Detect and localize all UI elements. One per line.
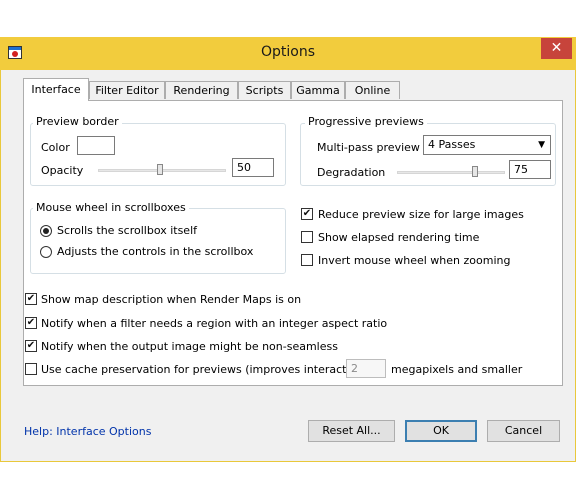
degradation-slider-thumb[interactable] [472,166,478,177]
tab-filter-editor[interactable]: Filter Editor [89,81,165,99]
color-swatch[interactable] [77,136,115,155]
invert-wheel-checkbox[interactable] [301,254,313,266]
scrollbox-radio-label[interactable]: Scrolls the scrollbox itself [57,224,197,237]
cache-checkbox[interactable] [25,363,37,375]
opacity-input[interactable]: 50 [232,158,274,177]
cache-suffix-label: megapixels and smaller [391,363,523,376]
invert-wheel-label[interactable]: Invert mouse wheel when zooming [318,254,510,267]
degradation-label: Degradation [317,166,386,179]
tab-scripts[interactable]: Scripts [238,81,291,99]
cancel-button[interactable]: Cancel [487,420,560,442]
opacity-label: Opacity [41,164,84,177]
tab-panel: Preview border Color Opacity 50 Progress… [23,100,563,386]
tab-online[interactable]: Online [345,81,400,99]
window-title: Options [260,44,316,60]
multipass-value: 4 Passes [428,138,476,151]
radio-dot-icon [43,228,49,234]
aspect-ratio-checkbox[interactable]: ✔ [25,317,37,329]
opacity-slider-thumb[interactable] [157,164,163,175]
tab-interface[interactable]: Interface [23,78,89,101]
checkmark-icon: ✔ [26,340,36,351]
elapsed-time-checkbox[interactable] [301,231,313,243]
elapsed-time-label[interactable]: Show elapsed rendering time [318,231,479,244]
checkmark-icon: ✔ [302,208,312,219]
reset-all-button[interactable]: Reset All... [308,420,395,442]
reduce-preview-checkbox[interactable]: ✔ [301,208,313,220]
reduce-preview-label[interactable]: Reduce preview size for large images [318,208,524,221]
adjust-controls-radio[interactable] [40,246,52,258]
cache-label[interactable]: Use cache preservation for previews (imp… [41,363,378,376]
chevron-down-icon: ▼ [538,140,545,150]
non-seamless-label[interactable]: Notify when the output image might be no… [41,340,338,353]
map-description-label[interactable]: Show map description when Render Maps is… [41,293,301,306]
degradation-input[interactable]: 75 [509,160,551,179]
multipass-label: Multi-pass preview [317,141,420,154]
preview-border-title: Preview border [33,115,122,128]
close-icon: ✕ [550,40,563,56]
scrollbox-radio[interactable] [40,225,52,237]
map-description-checkbox[interactable]: ✔ [25,293,37,305]
checkmark-icon: ✔ [26,317,36,328]
mouse-wheel-title: Mouse wheel in scrollboxes [33,201,189,214]
close-button[interactable]: ✕ [541,38,572,59]
help-link[interactable]: Help: Interface Options [24,425,151,438]
tab-rendering[interactable]: Rendering [165,81,238,99]
cache-megapixels-input[interactable]: 2 [346,359,386,378]
non-seamless-checkbox[interactable]: ✔ [25,340,37,352]
adjust-controls-radio-label[interactable]: Adjusts the controls in the scrollbox [57,245,253,258]
color-label: Color [41,141,70,154]
checkmark-icon: ✔ [26,293,36,304]
multipass-select[interactable]: 4 Passes ▼ [423,135,551,155]
tab-gamma[interactable]: Gamma [291,81,345,99]
ok-button[interactable]: OK [405,420,477,442]
degradation-slider-track[interactable] [397,171,505,174]
aspect-ratio-label[interactable]: Notify when a filter needs a region with… [41,317,387,330]
progressive-previews-title: Progressive previews [305,115,427,128]
mouse-wheel-group [30,208,286,274]
